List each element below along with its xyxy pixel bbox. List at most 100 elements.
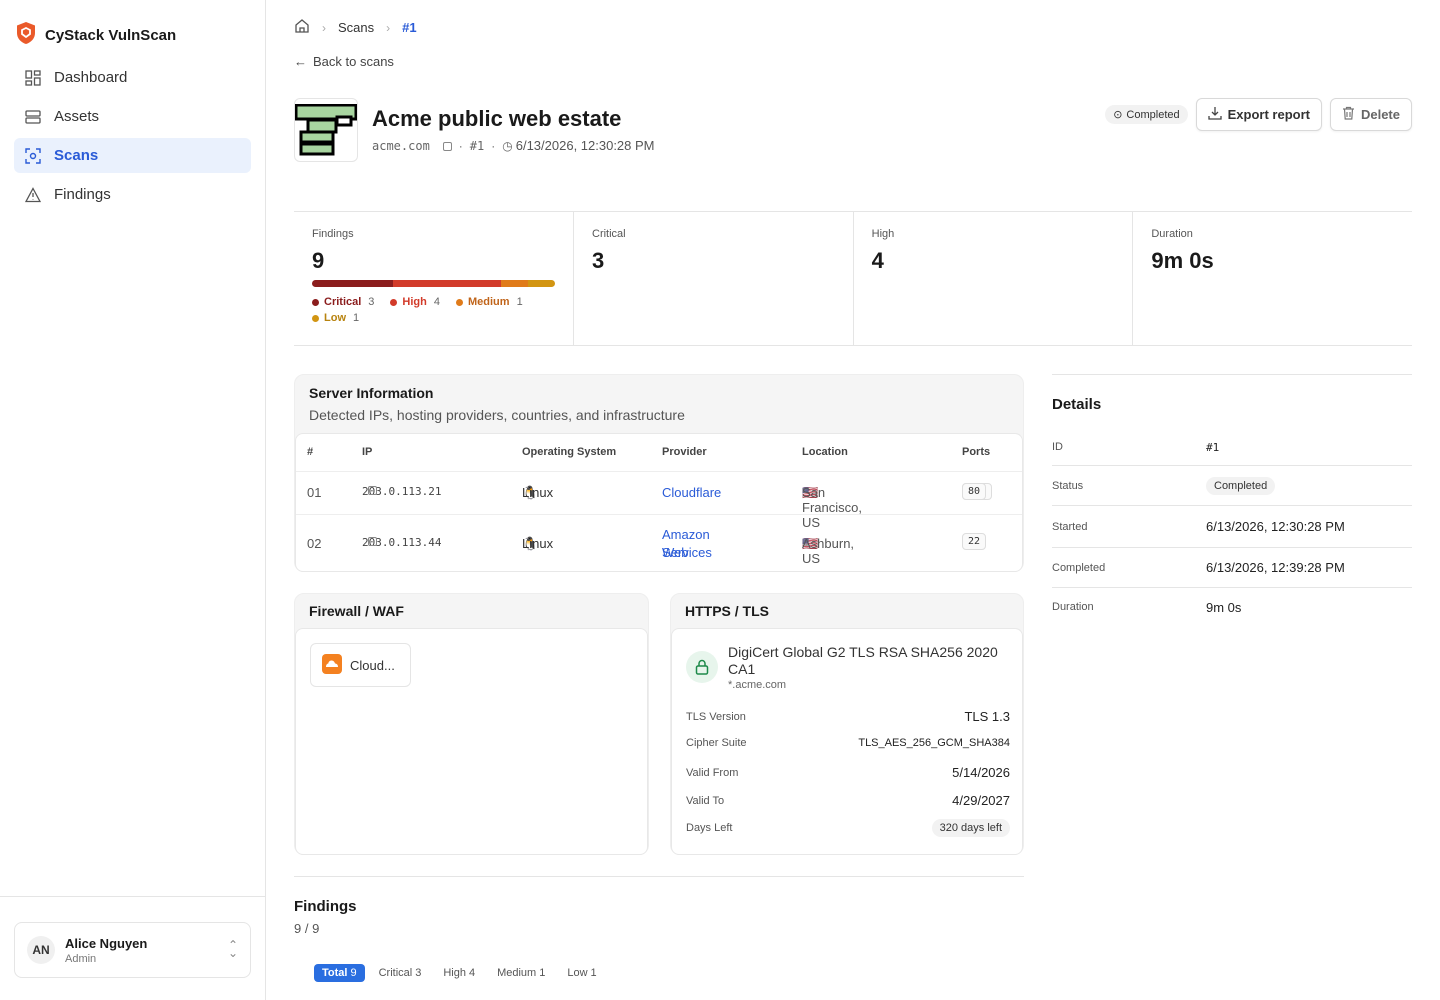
tab-label: High bbox=[443, 967, 466, 979]
severity-segment-high bbox=[392, 280, 501, 287]
tab-medium[interactable]: Medium 1 bbox=[489, 964, 553, 982]
sidebar-item-label: Assets bbox=[54, 108, 100, 125]
tls-version-row: TLS Version TLS 1.3 bbox=[686, 709, 1010, 724]
stat-value: 4 bbox=[871, 248, 884, 273]
asset-logo bbox=[294, 98, 358, 162]
sidebar-item-findings[interactable]: Findings bbox=[14, 177, 251, 212]
severity-segment-critical bbox=[312, 280, 393, 287]
tab-label: Medium bbox=[497, 967, 537, 979]
separator-dot: · bbox=[458, 138, 463, 153]
user-menu[interactable]: AN Alice Nguyen Admin ⌃ ⌄ bbox=[14, 922, 251, 978]
stats-row: Findings 9 Critical 3 High 4 Medium 1 Low 1 … bbox=[294, 211, 1412, 346]
card-title: Server Information bbox=[309, 385, 434, 401]
legend-count: 1 bbox=[353, 312, 360, 324]
brand[interactable]: CyStack VulnScan bbox=[15, 21, 176, 50]
lock-icon bbox=[686, 651, 718, 683]
copy-icon[interactable] bbox=[368, 486, 377, 495]
arrow-left-icon: ← bbox=[294, 54, 307, 69]
server-table: # IP Operating System Provider Location … bbox=[295, 433, 1023, 572]
chevron-right-icon: › bbox=[386, 20, 391, 35]
detail-row-id: ID #1 bbox=[1052, 429, 1412, 466]
check-circle-icon: ⊙ bbox=[1113, 109, 1123, 121]
detail-row-started: Started 6/13/2026, 12:30:28 PM bbox=[1052, 506, 1412, 548]
cert-domain: *.acme.com bbox=[728, 679, 787, 691]
chevron-up-down-icon: ⌃ ⌄ bbox=[227, 938, 238, 960]
stat-findings: Findings 9 Critical 3 High 4 Medium 1 Low 1 bbox=[294, 212, 574, 345]
port-badge: 80 bbox=[962, 483, 987, 500]
tls-card: HTTPS / TLS DigiCert Global G2 TLS RSA S… bbox=[670, 593, 1024, 855]
table-header: # IP Operating System Provider Location … bbox=[296, 434, 1022, 472]
tab-high[interactable]: High 4 bbox=[435, 964, 483, 982]
col-provider: Provider bbox=[662, 446, 707, 458]
table-row[interactable]: 02 203.0.113.44 🐧 Linux Amazon Web Servic… bbox=[296, 515, 1022, 572]
waf-body: Cloud... bbox=[295, 628, 648, 855]
sidebar-item-label: Findings bbox=[54, 186, 111, 203]
copy-icon[interactable] bbox=[368, 537, 377, 546]
copy-icon[interactable] bbox=[437, 139, 452, 153]
tab-label: Low bbox=[567, 967, 588, 979]
provider-line: Services bbox=[662, 545, 712, 560]
cloudflare-icon bbox=[322, 653, 342, 677]
tab-count: 9 bbox=[350, 967, 357, 979]
sidebar-item-assets[interactable]: Assets bbox=[14, 99, 251, 134]
export-report-button[interactable]: Export report bbox=[1195, 98, 1322, 131]
back-link[interactable]: ← Back to scans bbox=[294, 54, 394, 69]
stat-label: High bbox=[871, 228, 895, 240]
sidebar-item-label: Dashboard bbox=[54, 69, 128, 86]
back-label: Back to scans bbox=[313, 54, 394, 69]
kv-value: TLS 1.3 bbox=[964, 709, 1010, 724]
kv-label: Valid From bbox=[686, 766, 739, 779]
severity-legend: Critical 3 High 4 Medium 1 Low 1 bbox=[312, 296, 555, 324]
header-actions: ⊙ Completed Export report Delete bbox=[1105, 98, 1412, 131]
detail-value: 9m 0s bbox=[1206, 599, 1242, 615]
asset-domain: acme.com bbox=[372, 138, 430, 153]
details-panel: Details ID #1 Status Completed Started 6/13… bbox=[1052, 374, 1412, 615]
legend-critical: Critical 3 bbox=[312, 296, 374, 308]
findings-heading: Findings bbox=[294, 898, 357, 915]
detail-row-completed: Completed 6/13/2026, 12:39:28 PM bbox=[1052, 548, 1412, 588]
table-row[interactable]: 01 203.0.113.21 🐧 Linux Cloudflare 🇺🇸 Sa… bbox=[296, 472, 1022, 530]
waf-item[interactable]: Cloud... bbox=[310, 643, 411, 687]
home-icon[interactable] bbox=[294, 18, 310, 37]
tab-label: Critical bbox=[378, 967, 413, 979]
legend-label: Medium bbox=[468, 296, 510, 308]
warning-icon bbox=[24, 186, 42, 204]
kv-label: TLS Version bbox=[686, 710, 746, 723]
legend-high: High 4 bbox=[390, 296, 440, 308]
tab-count: 1 bbox=[539, 967, 546, 979]
download-icon bbox=[1207, 106, 1222, 123]
breadcrumb-scans[interactable]: Scans bbox=[338, 20, 374, 35]
row-num: 02 bbox=[307, 536, 322, 551]
brand-name: CyStack VulnScan bbox=[45, 27, 177, 44]
cipher-suite-row: Cipher Suite TLS_AES_256_GCM_SHA384 bbox=[686, 737, 1010, 749]
breadcrumb-current: #1 bbox=[402, 20, 417, 35]
detail-label: Started bbox=[1052, 520, 1088, 533]
sidebar-item-scans[interactable]: Scans bbox=[14, 138, 251, 173]
export-label: Export report bbox=[1227, 107, 1310, 122]
dashboard-icon bbox=[24, 69, 42, 87]
kv-value: 4/29/2027 bbox=[952, 793, 1010, 808]
findings-count: 9 / 9 bbox=[294, 921, 320, 936]
tab-count: 3 bbox=[415, 967, 422, 979]
legend-label: High bbox=[402, 296, 427, 308]
detail-value: #1 bbox=[1206, 440, 1220, 454]
tab-critical[interactable]: Critical 3 bbox=[371, 964, 430, 982]
sidebar-item-dashboard[interactable]: Dashboard bbox=[14, 60, 251, 95]
legend-label: Low bbox=[324, 312, 346, 324]
stat-label: Critical bbox=[592, 228, 626, 240]
detail-value: 6/13/2026, 12:30:28 PM bbox=[1206, 519, 1345, 534]
stat-duration: Duration 9m 0s bbox=[1133, 212, 1412, 345]
page-title: Acme public web estate bbox=[372, 106, 622, 131]
days-left-badge: 320 days left bbox=[931, 819, 1010, 837]
tab-count: 1 bbox=[590, 967, 597, 979]
delete-button[interactable]: Delete bbox=[1329, 98, 1412, 131]
chevron-right-icon: › bbox=[322, 20, 326, 35]
detail-row-status: Status Completed bbox=[1052, 466, 1412, 506]
tab-low[interactable]: Low 1 bbox=[559, 964, 604, 982]
findings-filter-tabs: Total 9 Critical 3 High 4 Medium 1 Low 1 bbox=[314, 964, 605, 982]
detail-label: Completed bbox=[1052, 561, 1106, 574]
col-ip: IP bbox=[362, 446, 373, 458]
tab-total[interactable]: Total 9 bbox=[314, 964, 365, 982]
row-provider-link[interactable]: Cloudflare bbox=[662, 485, 721, 500]
kv-value: TLS_AES_256_GCM_SHA384 bbox=[858, 737, 1010, 749]
